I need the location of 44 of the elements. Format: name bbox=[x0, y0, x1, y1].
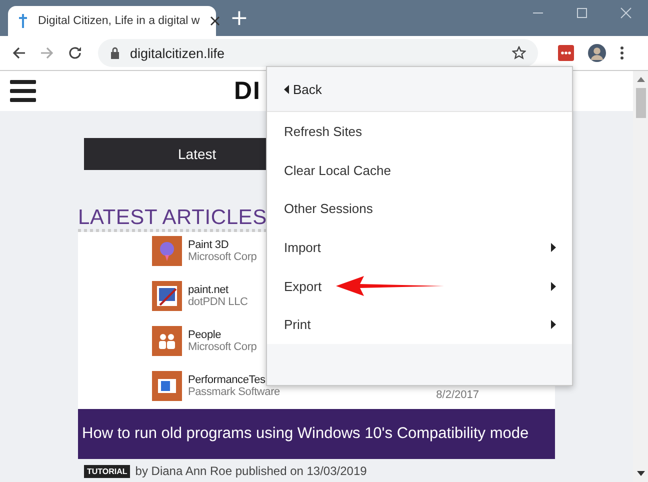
menu-item[interactable]: Clear Local Cache bbox=[267, 150, 572, 190]
app-icon[interactable] bbox=[152, 371, 182, 401]
menu-item[interactable]: Other Sessions bbox=[267, 189, 572, 228]
app-icon[interactable] bbox=[152, 281, 182, 311]
reload-icon[interactable] bbox=[68, 46, 82, 60]
menu-item[interactable]: Export bbox=[267, 266, 572, 306]
hamburger-menu-icon[interactable] bbox=[10, 80, 36, 102]
caret-right-icon bbox=[551, 282, 556, 291]
menu-item[interactable]: Print bbox=[267, 305, 572, 344]
caret-right-icon bbox=[551, 242, 556, 252]
app-publisher: Microsoft Corp bbox=[188, 251, 257, 263]
cross-icon bbox=[18, 14, 28, 28]
site-logo[interactable]: DI bbox=[234, 76, 261, 106]
app-name[interactable]: Paint 3D bbox=[188, 239, 229, 251]
new-tab-button[interactable]: + bbox=[224, 7, 254, 31]
category-badge: TUTORIAL bbox=[84, 464, 130, 478]
app-publisher: Microsoft Corp bbox=[188, 341, 257, 353]
app-publisher: dotPDN LLC bbox=[188, 296, 248, 308]
tab-title: Digital Citizen, Life in a digital w bbox=[38, 15, 200, 27]
caret-left-icon bbox=[284, 84, 289, 94]
close-icon[interactable] bbox=[210, 16, 220, 26]
scroll-up-icon[interactable] bbox=[636, 77, 644, 82]
app-icon[interactable] bbox=[152, 326, 182, 356]
password-manager-icon[interactable] bbox=[558, 45, 574, 61]
article-title[interactable]: How to run old programs using Windows 10's Compatibility mode bbox=[78, 409, 555, 459]
avatar-icon[interactable] bbox=[588, 44, 606, 62]
byline: by Diana Ann Roe published on 13/03/2019 bbox=[135, 464, 367, 478]
lock-icon bbox=[110, 47, 120, 59]
back-arrow-icon[interactable] bbox=[12, 46, 26, 60]
star-icon[interactable] bbox=[512, 46, 526, 60]
app-name[interactable]: PerformanceTes bbox=[188, 374, 266, 386]
scroll-down-icon[interactable] bbox=[636, 471, 644, 476]
app-name[interactable]: paint.net bbox=[188, 284, 228, 296]
app-name[interactable]: People bbox=[188, 329, 222, 341]
app-publisher: Passmark Software bbox=[188, 386, 280, 398]
menu-item[interactable]: Import bbox=[267, 228, 572, 267]
menu-item[interactable]: Refresh Sites bbox=[267, 112, 572, 151]
app-date: 8/2/2017 bbox=[436, 389, 479, 401]
maximize-icon[interactable] bbox=[576, 7, 588, 19]
menu-icon[interactable] bbox=[620, 46, 624, 60]
address-bar[interactable]: digitalcitizen.life bbox=[98, 39, 538, 67]
scroll-thumb[interactable] bbox=[636, 88, 646, 118]
url-text: digitalcitizen.life bbox=[130, 46, 225, 60]
caret-right-icon bbox=[551, 320, 556, 330]
